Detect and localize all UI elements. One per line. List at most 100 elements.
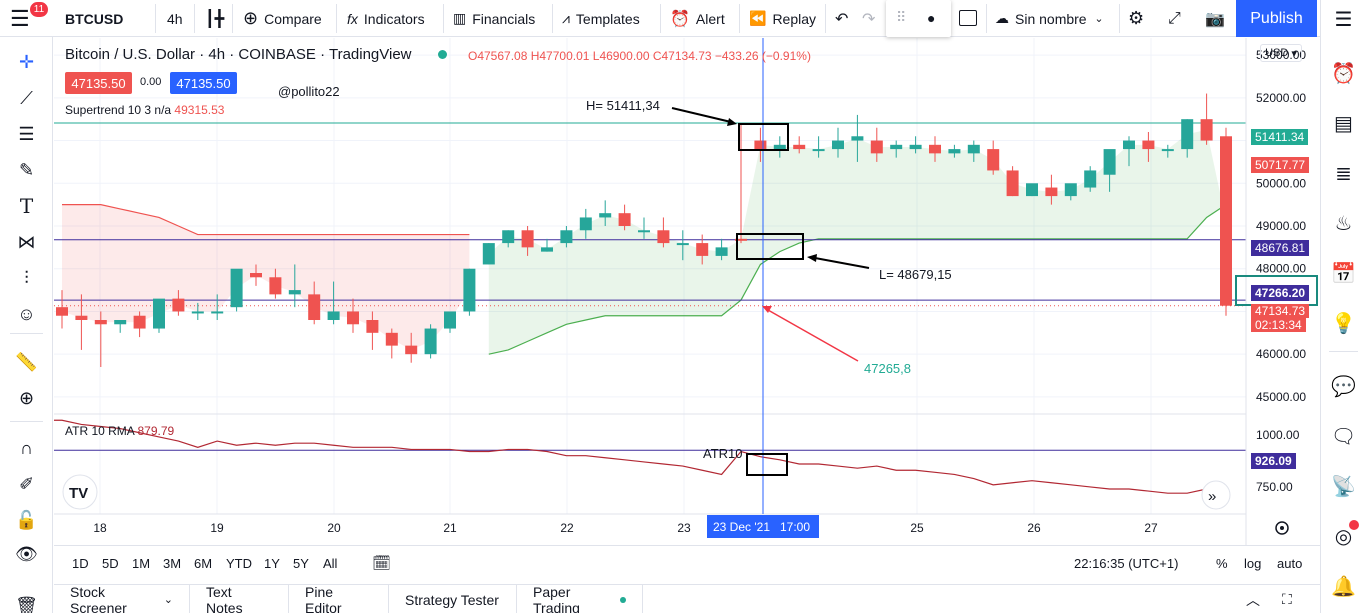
range-button-6m[interactable]: 6M	[194, 546, 212, 580]
candle-body[interactable]	[133, 315, 146, 329]
timezone-clock[interactable]: 22:16:35 (UTC+1)	[1074, 546, 1178, 580]
candle-body[interactable]	[482, 243, 495, 265]
candle-body[interactable]	[94, 320, 107, 325]
candle-body[interactable]	[948, 149, 961, 154]
candle-body[interactable]	[347, 311, 359, 325]
bell-button[interactable]: 🔔	[1321, 571, 1365, 601]
replay-button[interactable]: ⏪ Replay	[749, 0, 816, 37]
measure-tool[interactable]: 📏	[0, 349, 53, 375]
candle-body[interactable]	[967, 144, 980, 154]
auto-toggle[interactable]: auto	[1277, 546, 1302, 580]
range-button-5y[interactable]: 5Y	[293, 546, 309, 580]
candle-body[interactable]	[424, 328, 437, 355]
candle-body[interactable]	[269, 277, 282, 295]
candle-body[interactable]	[812, 149, 825, 152]
candle-body[interactable]	[832, 140, 844, 150]
candle-body[interactable]	[1181, 119, 1194, 150]
interval-button[interactable]: 4h	[167, 0, 183, 37]
candle-body[interactable]	[250, 273, 262, 278]
candle-body[interactable]	[1045, 187, 1058, 197]
symbol-search[interactable]: BTCUSD	[65, 0, 123, 37]
candle-body[interactable]	[153, 298, 165, 329]
zoom-tool[interactable]: ⊕	[0, 385, 53, 411]
range-button-5d[interactable]: 5D	[102, 546, 119, 580]
floating-drawing-toolbar[interactable]: ⠿ ●	[886, 0, 951, 37]
candle-body[interactable]	[385, 332, 398, 346]
chats-button[interactable]: 💬	[1321, 371, 1365, 401]
magnet-tool[interactable]: ∩	[0, 435, 53, 461]
fullscreen-rect-button[interactable]	[959, 10, 977, 26]
candle-body[interactable]	[773, 144, 786, 150]
tradingview-logo[interactable]: TV	[62, 474, 98, 510]
candle-body[interactable]	[1200, 119, 1213, 141]
candle-body[interactable]	[560, 230, 573, 244]
candle-body[interactable]	[657, 230, 670, 244]
watchlist-button[interactable]: ☰	[1321, 4, 1365, 34]
candle-body[interactable]	[851, 136, 864, 141]
candle-body[interactable]	[327, 311, 340, 320]
tab-strategy-tester[interactable]: Strategy Tester	[389, 585, 517, 613]
log-toggle[interactable]: log	[1244, 546, 1261, 580]
candle-body[interactable]	[1006, 170, 1019, 197]
candle-body[interactable]	[1161, 149, 1174, 152]
candle-body[interactable]	[1103, 149, 1116, 175]
candle-body[interactable]	[793, 144, 806, 150]
alert-button[interactable]: ⏰ Alert	[670, 0, 725, 37]
remove-drawings-tool[interactable]: 🗑	[0, 593, 53, 613]
templates-button[interactable]: ⩘ Templates	[562, 0, 640, 37]
messages-button[interactable]: 🗨	[1321, 421, 1365, 451]
candle-body[interactable]	[1142, 140, 1155, 150]
buy-button[interactable]: 47135.50	[170, 72, 237, 94]
calendar-button[interactable]: 📅	[1321, 258, 1365, 288]
candle-body[interactable]	[929, 144, 941, 154]
candle-body[interactable]	[191, 311, 204, 314]
goto-date-button[interactable]: 🗓	[372, 546, 391, 580]
atr-legend[interactable]: ATR 10 RMA 879.79	[65, 424, 174, 438]
snapshot-button[interactable]: 📷	[1205, 0, 1225, 37]
candle-body[interactable]	[211, 311, 224, 314]
text-tool[interactable]: T	[0, 193, 53, 219]
crosshair-tool[interactable]: ✛	[0, 49, 53, 75]
candle-body[interactable]	[230, 268, 243, 308]
compare-button[interactable]: ⊕ Compare	[243, 0, 322, 37]
candle-body[interactable]	[405, 345, 418, 355]
candle-body[interactable]	[676, 243, 689, 246]
chart-type-button[interactable]: ┃╋	[205, 0, 224, 37]
main-menu-button[interactable]: ☰	[10, 0, 30, 37]
dot-icon[interactable]: ●	[927, 10, 935, 26]
tab-pine-editor[interactable]: Pine Editor	[289, 584, 389, 613]
sell-button[interactable]: 47135.50	[65, 72, 132, 94]
market-status-icon[interactable]	[438, 50, 447, 59]
hotlists-button[interactable]: ♨	[1321, 208, 1365, 238]
candle-body[interactable]	[1064, 183, 1077, 197]
candle-body[interactable]	[579, 217, 592, 231]
brush-tool[interactable]: ✎	[0, 157, 53, 183]
candle-body[interactable]	[987, 149, 1000, 171]
icon-tool[interactable]: ☺	[0, 301, 53, 327]
candle-body[interactable]	[599, 213, 612, 218]
percent-toggle[interactable]: %	[1216, 546, 1228, 580]
pattern-tool[interactable]: ⋈	[0, 229, 53, 255]
candle-body[interactable]	[521, 230, 534, 248]
range-button-3m[interactable]: 3M	[163, 546, 181, 580]
range-button-1m[interactable]: 1M	[132, 546, 150, 580]
layout-name-button[interactable]: ☁ Sin nombre ⌄	[995, 0, 1104, 37]
prediction-tool[interactable]: ⫶	[0, 265, 53, 291]
lock-drawings-tool[interactable]: 🔓	[0, 507, 53, 533]
fib-tool[interactable]: ☰	[0, 121, 53, 147]
candle-body[interactable]	[754, 140, 767, 150]
candle-body[interactable]	[288, 290, 301, 295]
currency-selector[interactable]: USD ▾	[1260, 44, 1302, 62]
chart-settings-icon[interactable]	[1275, 521, 1289, 535]
candle-body[interactable]	[75, 315, 88, 320]
candle-body[interactable]	[502, 230, 515, 244]
candle-body[interactable]	[618, 213, 631, 226]
candle-body[interactable]	[870, 140, 883, 154]
news-button[interactable]: ≣	[1321, 158, 1365, 188]
candle-body[interactable]	[638, 230, 650, 233]
stay-in-drawing-tool[interactable]: ✐	[0, 471, 53, 497]
candle-body[interactable]	[444, 311, 456, 329]
scroll-to-latest-button[interactable]: »	[1201, 480, 1231, 510]
data-window-button[interactable]: ▤	[1321, 108, 1365, 138]
candle-body[interactable]	[1220, 136, 1232, 306]
